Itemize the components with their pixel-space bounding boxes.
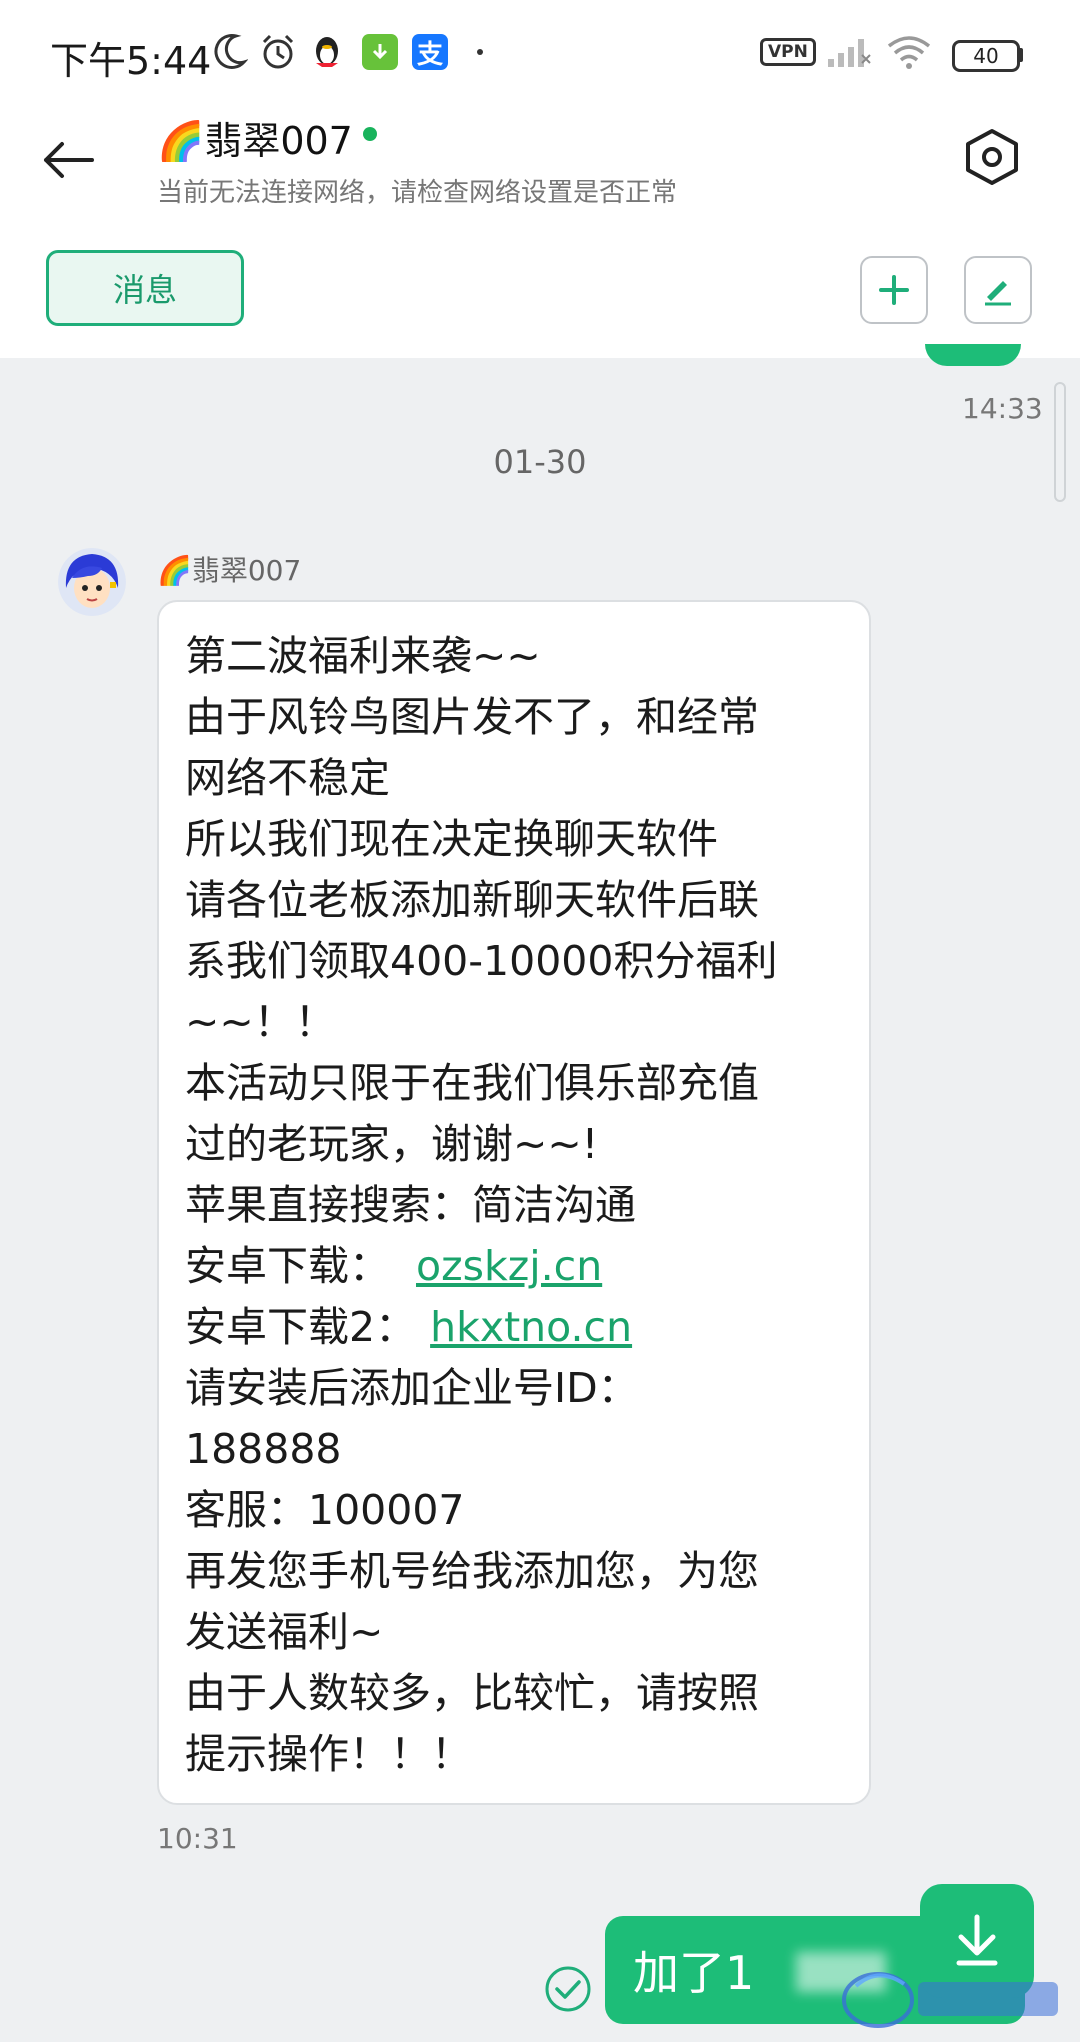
download1-label: 安卓下载： <box>185 1242 390 1290</box>
pen-icon <box>985 281 1011 306</box>
outgoing-message-text: 加了1 <box>633 1946 755 2000</box>
message-time: 10:31 <box>157 1822 238 1855</box>
download-line-2: 安卓下载2： hkxtno.cn <box>185 1297 843 1358</box>
message-line: 请各位老板添加新聊天软件后联 <box>185 876 759 924</box>
message-line: 网络不稳定 <box>185 754 390 802</box>
message-line: 再发您手机号给我添加您，为您 <box>185 1547 759 1595</box>
status-time: 下午5:44 <box>50 39 212 83</box>
back-button[interactable] <box>40 130 120 190</box>
message-line: 苹果直接搜索：简洁沟通 <box>185 1181 636 1229</box>
message-line: 所以我们现在决定换聊天软件 <box>185 815 718 863</box>
download-link-1[interactable]: ozskzj.cn <box>416 1242 602 1290</box>
back-arrow-icon <box>44 142 94 178</box>
chat-title[interactable]: 🌈翡翠007 <box>157 110 377 165</box>
chat-title-text: 🌈翡翠007 <box>157 119 353 163</box>
alarm-icon <box>258 30 298 74</box>
message-line: ~~！！ <box>185 998 336 1046</box>
message-line: 过的老玩家，谢谢~~! <box>185 1120 599 1168</box>
message-line: 由于人数较多，比较忙，请按照 <box>185 1669 759 1717</box>
message-line: 系我们领取400-10000积分福利 <box>185 937 778 985</box>
alipay-icon: 支 <box>412 30 448 74</box>
add-button[interactable] <box>860 256 928 324</box>
hexagon-settings-icon <box>966 129 1018 185</box>
download-link-2[interactable]: hkxtno.cn <box>430 1303 632 1351</box>
network-warning: 当前无法连接网络，请检查网络设置是否正常 <box>157 178 678 208</box>
chat-header: 🌈翡翠007 当前无法连接网络，请检查网络设置是否正常 <box>0 100 1080 240</box>
message-line: 188888 <box>185 1425 342 1473</box>
qq-penguin-icon <box>312 30 342 74</box>
vpn-icon: VPN <box>760 30 816 74</box>
edit-button[interactable] <box>964 256 1032 324</box>
signal-icon <box>826 30 872 74</box>
scrollbar[interactable] <box>1054 382 1066 502</box>
tab-messages[interactable]: 消息 <box>46 250 244 326</box>
battery-tip <box>1018 48 1023 62</box>
avatar[interactable] <box>58 548 126 616</box>
download-line-1: 安卓下载： ozskzj.cn <box>185 1236 843 1297</box>
previous-message-time: 14:33 <box>962 392 1043 425</box>
message-line: 客服：100007 <box>185 1486 465 1534</box>
battery-icon: 40 <box>952 40 1020 72</box>
message-line: 请安装后添加企业号ID： <box>185 1364 639 1412</box>
message-line: 本活动只限于在我们俱乐部充值 <box>185 1059 759 1107</box>
read-check-icon <box>543 1964 593 2014</box>
date-separator: 01-30 <box>493 443 587 481</box>
download-app-icon <box>362 30 398 74</box>
sender-name: 🌈翡翠007 <box>157 554 302 587</box>
download2-label: 安卓下载2： <box>185 1303 417 1351</box>
message-line: 提示操作！！！ <box>185 1730 472 1778</box>
watermark-logo <box>838 1956 1070 2036</box>
status-bar: 下午5:44 支 VPN 40 <box>0 0 1080 100</box>
message-line: 由于风铃鸟图片发不了，和经常 <box>185 693 759 741</box>
previous-outgoing-bubble[interactable] <box>925 344 1021 366</box>
message-line: 发送福利~ <box>185 1608 384 1656</box>
wifi-icon <box>886 30 932 74</box>
moon-icon <box>212 30 248 74</box>
message-line: 第二波福利来袭~~ <box>185 632 541 680</box>
message-bubble[interactable]: 第二波福利来袭~~ 由于风铃鸟图片发不了，和经常 网络不稳定 所以我们现在决定换… <box>157 600 871 1805</box>
online-status-dot <box>362 126 377 141</box>
plus-icon <box>879 275 909 305</box>
settings-button[interactable] <box>960 125 1024 189</box>
dot-icon <box>476 30 484 74</box>
